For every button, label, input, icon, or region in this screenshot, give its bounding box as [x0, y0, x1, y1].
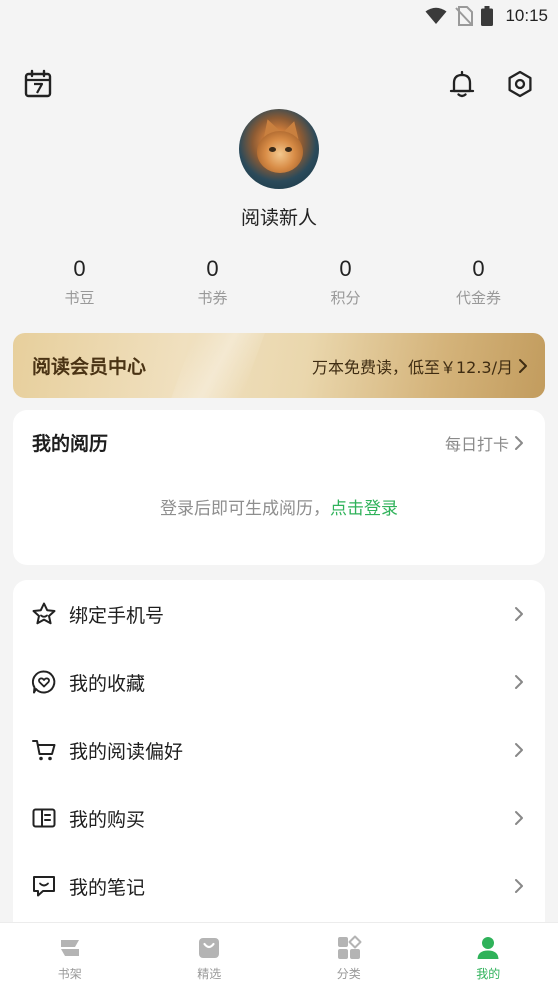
chevron-right-icon [515, 607, 523, 621]
status-bar: 10:15 [0, 0, 558, 32]
chevron-right-icon [515, 811, 523, 825]
avatar-cat-face [257, 131, 303, 173]
menu-item-label: 我的阅读偏好 [69, 740, 184, 763]
vip-promo: 万本免费读，低至￥12.3/月 [312, 354, 529, 378]
tab-featured[interactable]: 精选 [140, 923, 280, 992]
note-bubble-icon [31, 873, 57, 899]
no-sim-icon [455, 6, 474, 26]
status-time: 10:15 [505, 6, 548, 25]
reading-history-card: 我的阅历 每日打卡 登录后即可生成阅历，点击登录 [13, 410, 545, 565]
avatar[interactable] [239, 109, 319, 189]
tab-label: 书架 [57, 967, 82, 981]
stat-label: 书券 [197, 289, 228, 307]
bell-icon[interactable] [447, 69, 477, 99]
tab-label: 我的 [476, 967, 501, 981]
vip-banner[interactable]: 阅读会员中心 万本免费读，低至￥12.3/月 [13, 333, 545, 398]
history-empty-text: 登录后即可生成阅历， [160, 499, 330, 519]
stat-label: 代金券 [455, 289, 501, 307]
menu-item-favorites[interactable]: 我的收藏 [13, 648, 545, 716]
calendar-icon[interactable] [23, 69, 53, 99]
stat-book-beans[interactable]: 0 书豆 [13, 256, 146, 308]
menu-card: 绑定手机号 我的收藏 我的阅读偏好 我的购买 我的笔记 [13, 580, 545, 960]
person-icon [475, 935, 501, 961]
menu-item-label: 我的收藏 [69, 672, 146, 695]
menu-item-label: 我的购买 [69, 808, 146, 831]
vip-promo-text: 万本免费读，低至￥12.3/月 [311, 357, 513, 377]
chevron-right-icon [515, 675, 523, 689]
menu-item-notes[interactable]: 我的笔记 [13, 852, 545, 920]
menu-item-bind-phone[interactable]: 绑定手机号 [13, 580, 545, 648]
stat-label: 书豆 [64, 289, 95, 307]
avatar-cat-eye [269, 147, 276, 152]
stat-label: 积分 [330, 289, 361, 307]
daily-checkin-label: 每日打卡 [444, 435, 509, 454]
tab-label: 分类 [336, 967, 361, 981]
stat-book-coupons[interactable]: 0 书券 [146, 256, 279, 308]
cart-icon [31, 737, 57, 763]
menu-item-label: 我的笔记 [69, 876, 146, 899]
menu-item-label: 绑定手机号 [69, 604, 165, 627]
username[interactable]: 阅读新人 [0, 203, 558, 230]
history-title: 我的阅历 [32, 433, 109, 455]
star-icon [31, 601, 57, 627]
heart-bubble-icon [31, 669, 57, 695]
chevron-right-icon [515, 743, 523, 757]
menu-item-purchases[interactable]: 我的购买 [13, 784, 545, 852]
bag-icon [196, 935, 222, 961]
avatar-cat-eye [285, 147, 292, 152]
battery-icon [481, 6, 494, 26]
tab-mine[interactable]: 我的 [419, 923, 558, 992]
menu-item-reading-preference[interactable]: 我的阅读偏好 [13, 716, 545, 784]
stat-value: 0 [339, 256, 352, 281]
settings-icon[interactable] [505, 69, 535, 99]
tab-label: 精选 [197, 967, 222, 981]
vip-title: 阅读会员中心 [32, 356, 147, 378]
stat-value: 0 [206, 256, 219, 281]
bottom-tab-bar: 书架 精选 分类 我的 [0, 922, 558, 992]
tab-category[interactable]: 分类 [279, 923, 419, 992]
tab-bookshelf[interactable]: 书架 [0, 923, 140, 992]
daily-checkin-link[interactable]: 每日打卡 [445, 431, 525, 455]
wallet-icon [31, 805, 57, 831]
category-icon [336, 935, 362, 961]
stat-value: 0 [73, 256, 86, 281]
wifi-icon [425, 7, 447, 24]
login-link[interactable]: 点击登录 [330, 499, 398, 519]
bookshelf-icon [57, 935, 83, 961]
stats-row: 0 书豆 0 书券 0 积分 0 代金券 [13, 256, 545, 308]
chevron-right-icon [515, 436, 523, 450]
stat-vouchers[interactable]: 0 代金券 [412, 256, 545, 308]
stat-value: 0 [472, 256, 485, 281]
chevron-right-icon [515, 879, 523, 893]
history-empty-state: 登录后即可生成阅历，点击登录 [13, 494, 545, 519]
stat-points[interactable]: 0 积分 [279, 256, 412, 308]
chevron-right-icon [519, 358, 527, 373]
